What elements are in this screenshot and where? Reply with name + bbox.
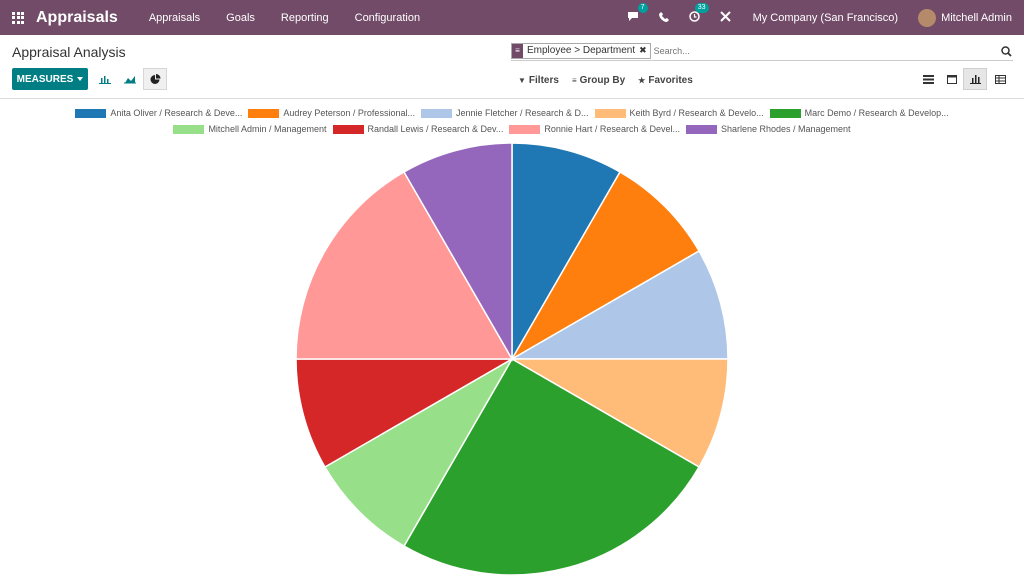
pie-chart bbox=[295, 142, 729, 575]
